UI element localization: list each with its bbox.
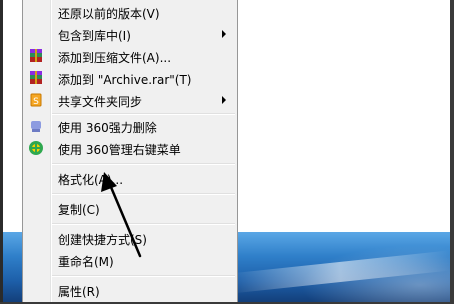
- window-frame-right: [450, 0, 454, 304]
- annotation-arrow-icon: [101, 172, 142, 258]
